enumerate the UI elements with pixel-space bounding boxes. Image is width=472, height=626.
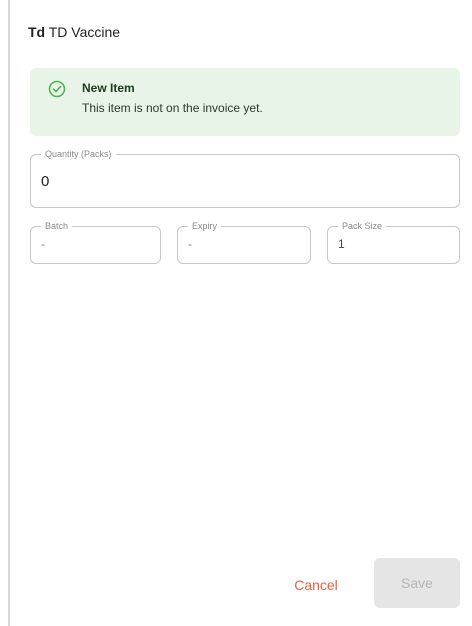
pack-size-field[interactable]: Pack Size 1	[327, 220, 460, 264]
item-code: Td	[28, 24, 46, 40]
check-circle-icon	[48, 80, 66, 98]
quantity-label: Quantity (Packs)	[41, 148, 116, 160]
cancel-button[interactable]: Cancel	[276, 562, 356, 608]
expiry-label: Expiry	[188, 220, 222, 232]
expiry-value[interactable]: -	[188, 237, 192, 251]
panel-divider	[8, 0, 10, 626]
batch-field[interactable]: Batch -	[30, 220, 161, 264]
item-name: TD Vaccine	[48, 24, 121, 40]
save-button[interactable]: Save	[374, 558, 460, 608]
quantity-value[interactable]: 0	[41, 173, 49, 190]
alert-message: This item is not on the invoice yet.	[82, 101, 263, 115]
batch-label: Batch	[41, 220, 73, 232]
pack-size-label: Pack Size	[338, 220, 387, 232]
quantity-field[interactable]: Quantity (Packs) 0	[30, 148, 460, 208]
new-item-alert: New Item This item is not on the invoice…	[30, 68, 460, 136]
batch-value[interactable]: -	[41, 237, 45, 251]
pack-size-value[interactable]: 1	[338, 237, 345, 251]
item-title: Td TD Vaccine	[28, 22, 120, 42]
expiry-field[interactable]: Expiry -	[177, 220, 311, 264]
alert-title: New Item	[82, 81, 135, 95]
edit-item-panel: Td TD Vaccine New Item This item is not …	[0, 0, 472, 626]
